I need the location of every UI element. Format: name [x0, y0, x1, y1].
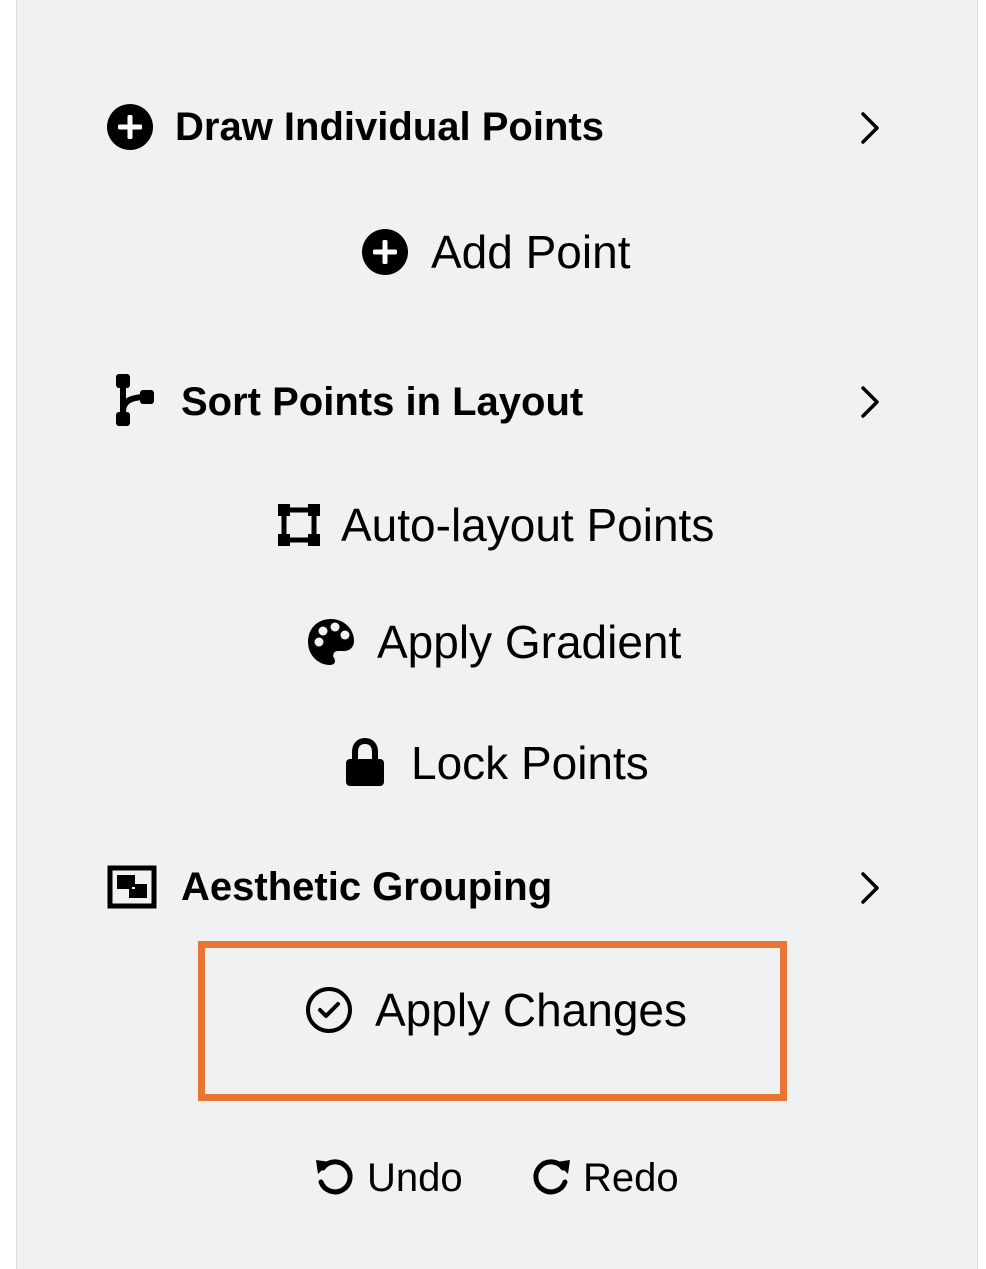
side-panel: Draw Individual Points Add Point Sort Po…	[16, 0, 978, 1269]
lock-points-button[interactable]: Lock Points	[339, 733, 669, 793]
chevron-right-icon[interactable]	[855, 108, 885, 148]
undo-icon	[313, 1156, 357, 1200]
add-point-button[interactable]: Add Point	[359, 222, 659, 282]
section-label: Aesthetic Grouping	[181, 865, 553, 909]
palette-icon	[305, 616, 357, 668]
apply-gradient-button[interactable]: Apply Gradient	[305, 612, 705, 672]
branch-icon	[109, 374, 159, 426]
section-label: Sort Points in Layout	[181, 380, 584, 424]
section-draw-individual-points[interactable]: Draw Individual Points	[17, 92, 977, 162]
vector-square-icon	[273, 499, 325, 551]
section-label: Draw Individual Points	[175, 105, 604, 149]
undo-label: Undo	[367, 1156, 463, 1200]
chevron-right-icon[interactable]	[855, 868, 885, 908]
auto-layout-points-button[interactable]: Auto-layout Points	[273, 495, 733, 555]
action-label: Apply Gradient	[377, 616, 682, 668]
redo-button[interactable]: Redo	[529, 1150, 689, 1206]
section-aesthetic-grouping[interactable]: Aesthetic Grouping	[17, 852, 977, 922]
action-label: Add Point	[431, 226, 631, 278]
lock-icon	[339, 737, 391, 789]
action-label: Apply Changes	[375, 984, 687, 1036]
object-group-icon	[107, 862, 157, 912]
check-circle-icon	[303, 984, 355, 1036]
section-sort-points-in-layout[interactable]: Sort Points in Layout	[17, 367, 977, 437]
redo-label: Redo	[583, 1156, 679, 1200]
plus-circle-icon	[105, 102, 155, 152]
action-label: Lock Points	[411, 737, 649, 789]
chevron-right-icon[interactable]	[855, 382, 885, 422]
undo-button[interactable]: Undo	[313, 1150, 473, 1206]
redo-icon	[529, 1156, 573, 1200]
apply-changes-button[interactable]: Apply Changes	[303, 980, 703, 1040]
action-label: Auto-layout Points	[341, 499, 715, 551]
plus-circle-icon	[359, 226, 411, 278]
